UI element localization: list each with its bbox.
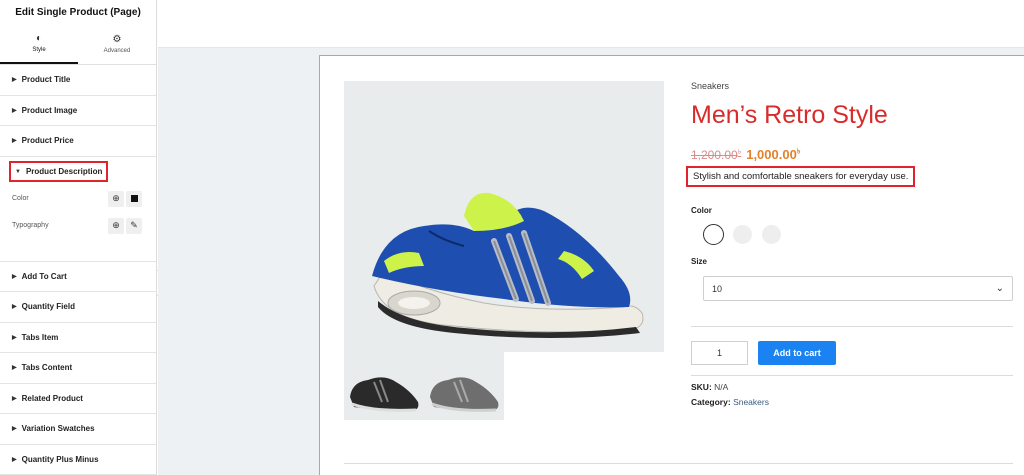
product-category[interactable]: Sneakers xyxy=(691,81,729,91)
divider xyxy=(691,375,1013,376)
pencil-icon[interactable]: ✎ xyxy=(126,217,142,234)
sku-meta: SKU: N/A xyxy=(691,382,728,392)
caret-down-icon: ▼ xyxy=(15,168,21,175)
section-product-price[interactable]: ▶ Product Price xyxy=(0,126,156,157)
product-thumbnail-1[interactable] xyxy=(344,352,424,420)
section-label: Product Description xyxy=(25,167,103,176)
section-add-to-cart[interactable]: ▶ Add To Cart xyxy=(0,262,156,292)
typography-control: Typography ⊕ ✎ xyxy=(12,217,142,234)
product-main-image[interactable] xyxy=(344,81,664,352)
section-tabs-content[interactable]: ▶ Tabs Content xyxy=(0,353,156,384)
currency-symbol: ৳ xyxy=(796,149,801,156)
sneaker-thumb-black xyxy=(350,377,419,412)
currency-symbol: ৳ xyxy=(737,149,742,157)
caret-right-icon: ▶ xyxy=(12,107,17,114)
panel-tabs: ◐ Style ⚙ Advanced xyxy=(0,24,156,65)
color-swatch xyxy=(130,195,138,202)
product-title: Men’s Retro Style xyxy=(691,101,888,129)
color-picker-button[interactable] xyxy=(126,190,142,207)
color-control: Color ⊕ xyxy=(12,190,142,207)
description-controls: Color ⊕ Typography ⊕ ✎ xyxy=(0,187,156,262)
caret-right-icon: ▶ xyxy=(12,334,17,341)
sku-label: SKU: xyxy=(691,382,712,392)
tab-advanced[interactable]: ⚙ Advanced xyxy=(78,24,156,64)
sneaker-image xyxy=(372,192,644,338)
tab-advanced-label: Advanced xyxy=(103,47,131,54)
typography-control-label: Typography xyxy=(12,222,49,229)
size-select[interactable]: 10 ⌄ xyxy=(703,276,1013,301)
caret-right-icon: ▶ xyxy=(12,426,17,433)
divider xyxy=(344,463,1013,464)
section-label: Tabs Item xyxy=(21,332,59,342)
section-label: Tabs Content xyxy=(21,363,73,373)
category-link[interactable]: Sneakers xyxy=(733,397,769,407)
highlighted-section-label: ▼ Product Description xyxy=(9,161,109,182)
caret-right-icon: ▶ xyxy=(12,365,17,372)
tab-style[interactable]: ◐ Style xyxy=(0,24,78,64)
preview-topbar xyxy=(158,0,1024,48)
divider xyxy=(691,326,1013,327)
section-label: Related Product xyxy=(21,393,83,403)
caret-right-icon: ▶ xyxy=(12,77,17,84)
category-label: Category: xyxy=(691,397,731,407)
section-product-description[interactable]: ▼ Product Description xyxy=(0,157,156,187)
caret-right-icon: ▶ xyxy=(12,304,17,311)
color-swatch-2[interactable] xyxy=(733,225,752,244)
half-circle-icon: ◐ xyxy=(35,32,43,44)
globe-icon[interactable]: ⊕ xyxy=(108,190,124,207)
section-product-image[interactable]: ▶ Product Image xyxy=(0,96,156,126)
size-attribute-label: Size xyxy=(691,257,708,266)
gear-icon: ⚙ xyxy=(112,33,122,45)
size-select-value: 10 xyxy=(712,283,723,294)
section-label: Quantity Field xyxy=(21,302,75,312)
new-price-value: 1,000.00 xyxy=(746,147,797,163)
section-label: Add To Cart xyxy=(21,271,67,281)
category-meta: Category: Sneakers xyxy=(691,397,769,407)
product-price: 1,200.00৳ 1,000.00৳ xyxy=(691,146,800,162)
quantity-input[interactable]: 1 xyxy=(691,341,748,365)
color-attribute-label: Color xyxy=(691,206,712,215)
old-price-value: 1,200.00 xyxy=(691,148,738,163)
product-description: Stylish and comfortable sneakers for eve… xyxy=(686,166,916,187)
section-label: Product Title xyxy=(21,75,71,85)
section-label: Product Price xyxy=(21,136,74,146)
section-quantity-plus-minus[interactable]: ▶ Quantity Plus Minus xyxy=(0,445,156,475)
color-swatch-1[interactable] xyxy=(703,224,724,245)
caret-right-icon: ▶ xyxy=(12,395,17,402)
editor-panel: Edit Single Product (Page) ◐ Style ⚙ Adv… xyxy=(0,0,157,475)
chevron-down-icon: ⌄ xyxy=(995,283,1004,294)
product-thumbnail-2[interactable] xyxy=(424,352,504,420)
color-swatch-3[interactable] xyxy=(762,225,781,244)
section-label: Variation Swatches xyxy=(21,424,95,434)
section-quantity-field[interactable]: ▶ Quantity Field xyxy=(0,292,156,323)
caret-right-icon: ▶ xyxy=(12,138,17,145)
caret-right-icon: ▶ xyxy=(12,456,17,463)
globe-icon[interactable]: ⊕ xyxy=(108,217,124,234)
section-tabs-item[interactable]: ▶ Tabs Item xyxy=(0,323,156,353)
add-to-cart-button[interactable]: Add to cart xyxy=(758,341,836,365)
caret-right-icon: ▶ xyxy=(12,273,17,280)
panel-title: Edit Single Product (Page) xyxy=(15,6,141,18)
old-price: 1,200.00৳ xyxy=(691,148,741,162)
section-label: Product Image xyxy=(21,105,78,115)
section-related-product[interactable]: ▶ Related Product xyxy=(0,384,156,414)
sku-value: N/A xyxy=(714,382,729,392)
new-price: 1,000.00৳ xyxy=(746,147,800,162)
sneaker-thumb-grey xyxy=(430,377,499,412)
section-variation-swatches[interactable]: ▶ Variation Swatches xyxy=(0,414,156,445)
color-control-label: Color xyxy=(12,195,29,202)
section-product-title[interactable]: ▶ Product Title xyxy=(0,65,156,96)
section-label: Quantity Plus Minus xyxy=(21,454,99,464)
tab-style-label: Style xyxy=(32,46,46,53)
